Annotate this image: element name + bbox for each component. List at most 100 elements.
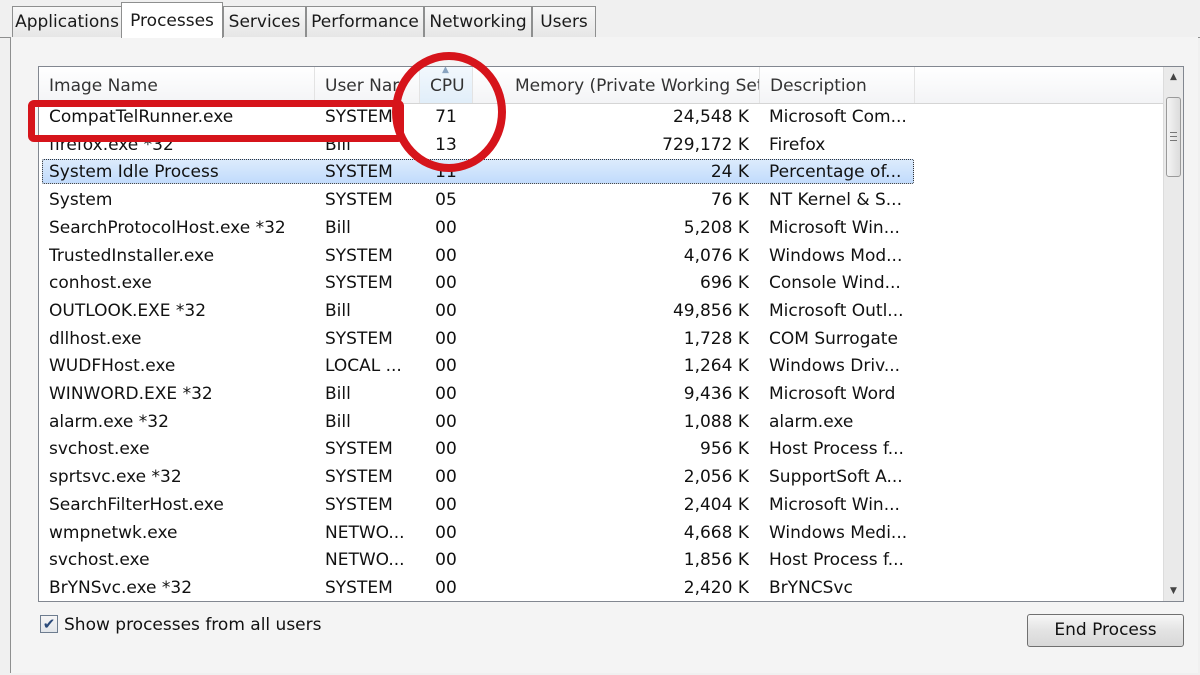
tab-processes[interactable]: Processes: [121, 2, 223, 38]
show-all-users-label[interactable]: Show processes from all users: [64, 614, 322, 636]
cell-image-name: conhost.exe: [49, 273, 152, 294]
cell-user-name: NETWO...: [325, 550, 405, 571]
cell-image-name: SearchProtocolHost.exe *32: [49, 217, 286, 238]
cell-memory: 24,548 K: [672, 107, 749, 127]
grip-line: [1170, 140, 1177, 141]
column-header-empty: [915, 67, 1165, 103]
table-row[interactable]: SearchFilterHost.exe SYSTEM 00 2,404 K M…: [39, 492, 1165, 519]
table-row[interactable]: WINWORD.EXE *32 Bill 00 9,436 K Microsof…: [39, 381, 1165, 408]
table-row[interactable]: WUDFHost.exe LOCAL ... 00 1,264 K Window…: [39, 353, 1165, 380]
cell-image-name: WINWORD.EXE *32: [49, 384, 213, 404]
cell-description: Host Process f...: [769, 550, 904, 571]
arrow-down-icon[interactable]: ▼: [1164, 581, 1183, 601]
column-header-image-name[interactable]: Image Name: [39, 67, 315, 103]
cell-cpu: 05: [435, 190, 457, 211]
cell-description: BrYNCSvc: [769, 577, 853, 598]
tab-services[interactable]: Services: [223, 6, 306, 37]
cell-description: COM Surrogate: [769, 328, 898, 349]
cell-user-name: Bill: [325, 384, 351, 404]
cell-user-name: SYSTEM: [325, 162, 393, 183]
cell-image-name: BrYNSvc.exe *32: [49, 577, 193, 598]
cell-image-name: sprtsvc.exe *32: [49, 467, 182, 488]
table-row[interactable]: System SYSTEM 05 76 K NT Kernel & S...: [39, 187, 1165, 214]
show-all-users-checkbox[interactable]: ✔: [40, 615, 58, 633]
cell-description: Host Process f...: [769, 439, 904, 460]
column-header-memory[interactable]: Memory (Private Working Set): [473, 67, 760, 103]
cell-cpu: 00: [435, 273, 457, 294]
cell-user-name: SYSTEM: [325, 328, 393, 349]
cell-memory: 2,404 K: [683, 494, 749, 515]
table-row[interactable]: SearchProtocolHost.exe *32 Bill 00 5,208…: [39, 215, 1165, 242]
scrollbar-thumb[interactable]: [1166, 97, 1181, 177]
tab-networking[interactable]: Networking: [424, 6, 532, 37]
cell-memory: 24 K: [710, 162, 749, 183]
tab-applications[interactable]: Applications: [12, 6, 122, 37]
process-list[interactable]: Image Name User Nar CPU Memory (Private …: [38, 66, 1184, 602]
cell-image-name: SearchFilterHost.exe: [49, 494, 224, 515]
table-row[interactable]: wmpnetwk.exe NETWO... 00 4,668 K Windows…: [39, 520, 1165, 547]
cell-memory: 1,088 K: [683, 411, 749, 432]
cell-user-name: SYSTEM: [325, 577, 393, 598]
table-row[interactable]: BrYNSvc.exe *32 SYSTEM 00 2,420 K BrYNCS…: [39, 575, 1165, 601]
end-process-button[interactable]: End Process: [1027, 614, 1184, 647]
cell-memory: 956 K: [700, 439, 749, 460]
cell-image-name: OUTLOOK.EXE *32: [49, 300, 207, 321]
cell-image-name: svchost.exe: [49, 550, 150, 571]
cell-memory: 2,420 K: [683, 577, 749, 598]
cell-description: Microsoft Win...: [769, 494, 900, 515]
highlight-circle: [392, 52, 506, 172]
cell-cpu: 00: [435, 550, 457, 571]
cell-description: Percentage of...: [769, 162, 902, 183]
tab-bar: Applications Processes Services Performa…: [0, 0, 1200, 38]
cell-user-name: Bill: [325, 411, 351, 432]
vertical-scrollbar[interactable]: ▲ ▼: [1163, 67, 1183, 601]
cell-image-name: System Idle Process: [49, 162, 219, 183]
table-row[interactable]: alarm.exe *32 Bill 00 1,088 K alarm.exe: [39, 409, 1165, 436]
cell-cpu: 00: [435, 245, 457, 266]
cell-description: Microsoft Word: [769, 384, 896, 404]
column-header-description[interactable]: Description: [760, 67, 915, 103]
column-header-row: Image Name User Nar CPU Memory (Private …: [39, 67, 1165, 104]
table-row[interactable]: dllhost.exe SYSTEM 00 1,728 K COM Surrog…: [39, 326, 1165, 353]
cell-image-name: dllhost.exe: [49, 328, 142, 349]
cell-user-name: SYSTEM: [325, 467, 393, 488]
cell-memory: 729,172 K: [662, 134, 749, 155]
cell-memory: 2,056 K: [683, 467, 749, 488]
cell-description: Windows Medi...: [769, 522, 907, 543]
cell-image-name: TrustedInstaller.exe: [49, 245, 215, 266]
cell-cpu: 00: [435, 300, 457, 321]
cell-user-name: SYSTEM: [325, 494, 393, 515]
table-row[interactable]: sprtsvc.exe *32 SYSTEM 00 2,056 K Suppor…: [39, 464, 1165, 491]
cell-image-name: System: [49, 190, 113, 211]
cell-user-name: SYSTEM: [325, 245, 393, 266]
cell-cpu: 00: [435, 494, 457, 515]
grip-line: [1170, 136, 1177, 137]
table-row[interactable]: svchost.exe NETWO... 00 1,856 K Host Pro…: [39, 547, 1165, 574]
table-row[interactable]: OUTLOOK.EXE *32 Bill 00 49,856 K Microso…: [39, 298, 1165, 325]
cell-description: SupportSoft A...: [769, 467, 903, 488]
cell-user-name: LOCAL ...: [325, 356, 402, 377]
cell-memory: 9,436 K: [683, 384, 749, 404]
tab-users[interactable]: Users: [532, 6, 596, 37]
cell-user-name: Bill: [325, 300, 351, 321]
checkmark-icon: ✔: [42, 615, 56, 633]
cell-image-name: svchost.exe: [49, 439, 150, 460]
grip-line: [1170, 132, 1177, 133]
cell-cpu: 00: [435, 356, 457, 377]
cell-image-name: alarm.exe *32: [49, 411, 169, 432]
cell-user-name: SYSTEM: [325, 190, 393, 211]
cell-description: Microsoft Win...: [769, 217, 900, 238]
cell-cpu: 00: [435, 328, 457, 349]
table-row[interactable]: TrustedInstaller.exe SYSTEM 00 4,076 K W…: [39, 243, 1165, 270]
table-row[interactable]: svchost.exe SYSTEM 00 956 K Host Process…: [39, 436, 1165, 463]
cell-description: Microsoft Com...: [769, 107, 907, 127]
table-row-selected[interactable]: System Idle Process SYSTEM 11 24 K Perce…: [39, 159, 1165, 186]
highlight-rectangle: [28, 100, 404, 142]
tab-performance[interactable]: Performance: [306, 6, 424, 37]
cell-user-name: SYSTEM: [325, 273, 393, 294]
cell-memory: 4,076 K: [683, 245, 749, 266]
cell-description: Windows Mod...: [769, 245, 903, 266]
arrow-up-icon[interactable]: ▲: [1164, 67, 1183, 87]
cell-image-name: wmpnetwk.exe: [49, 522, 178, 543]
table-row[interactable]: conhost.exe SYSTEM 00 696 K Console Wind…: [39, 270, 1165, 297]
